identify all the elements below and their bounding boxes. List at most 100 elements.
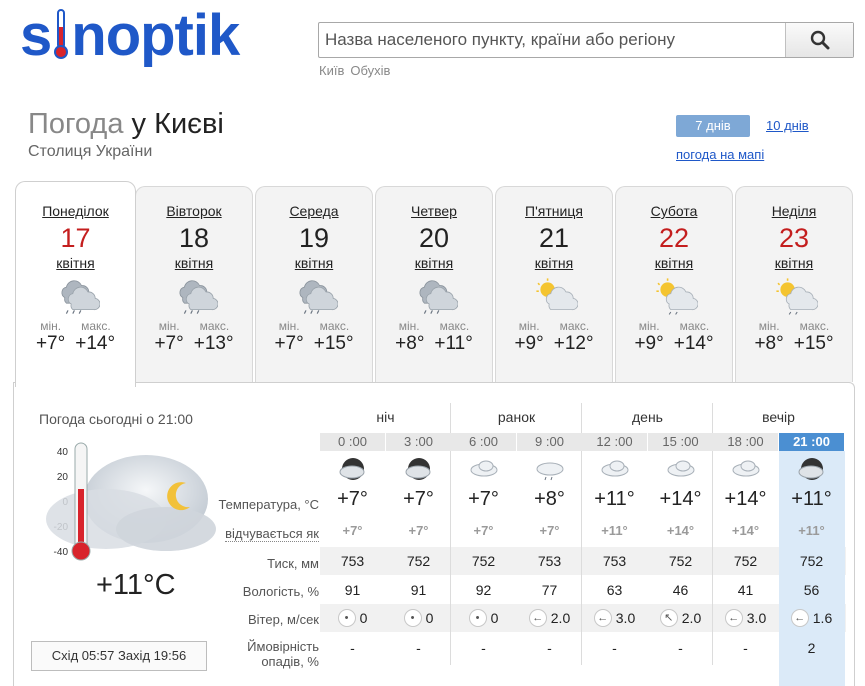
hour-pressure: 752 <box>668 553 693 569</box>
cloud-icon <box>713 455 778 485</box>
current-weather-illustration <box>46 442 216 561</box>
day-month[interactable]: квітня <box>616 255 732 271</box>
day-tab[interactable]: П'ятниця 21 квітня мін. макс. +9° +12° <box>495 186 613 382</box>
max-label: макс. <box>319 319 350 333</box>
day-month[interactable]: квітня <box>136 255 252 271</box>
hour-humidity: 46 <box>672 582 689 598</box>
tab-10-days[interactable]: 10 днів <box>766 118 809 133</box>
period-header: день <box>632 409 663 425</box>
day-tab[interactable]: Неділя 23 квітня мін. макс. +8° +15° <box>735 186 853 382</box>
max-temp: +15° <box>313 333 354 354</box>
moon-cloud-icon <box>386 455 451 485</box>
hour-precipitation: - <box>612 640 617 656</box>
hour-precipitation: - <box>481 640 486 656</box>
hour-temperature: +14° <box>724 488 767 510</box>
sun-cloud-icon <box>496 273 612 319</box>
hour-feels-like: +11° <box>798 523 825 538</box>
day-number: 20 <box>418 223 450 253</box>
max-temp: +13° <box>193 333 234 354</box>
max-label: макс. <box>559 319 590 333</box>
today-title: Погода сьогодні о 21:00 <box>39 411 193 427</box>
day-tab[interactable]: Середа 19 квітня мін. макс. +7° +15° <box>255 186 373 382</box>
recent-link[interactable]: Київ <box>319 63 344 78</box>
label-wind: Вітер, м/сек <box>247 612 319 627</box>
wind-direction-icon: ↖ <box>659 609 678 627</box>
day-name[interactable]: П'ятниця <box>496 203 612 219</box>
hour-pressure: 753 <box>602 553 627 569</box>
label-temperature: Температура, °C <box>218 497 319 512</box>
hour-wind: ← 1.6 <box>779 609 844 627</box>
min-temp: +8° <box>754 333 784 354</box>
hour-feels-like: +7° <box>539 523 560 538</box>
logo-text-left: s <box>20 3 52 68</box>
tab-7-days[interactable]: 7 днів <box>676 115 750 137</box>
day-number: 19 <box>298 223 330 253</box>
day-tab[interactable]: Субота 22 квітня мін. макс. +9° +14° <box>615 186 733 382</box>
day-tab[interactable]: Понеділок 17 квітня мін. макс. +7° +14° <box>15 181 136 387</box>
day-name[interactable]: Субота <box>616 203 732 219</box>
day-month[interactable]: квітня <box>376 255 492 271</box>
wind-direction-icon: ← <box>528 609 547 627</box>
hour-pressure: 753 <box>537 553 562 569</box>
day-name[interactable]: Четвер <box>376 203 492 219</box>
wind-speed: 3.0 <box>615 610 636 626</box>
hour-temperature: +7° <box>337 488 368 510</box>
hour-feels-like: +11° <box>601 523 628 538</box>
label-feels-like[interactable]: відчувається як <box>225 526 319 542</box>
search-button[interactable] <box>785 23 853 57</box>
hour-temperature: +7° <box>403 488 434 510</box>
cloud-rain-icon <box>256 273 372 319</box>
hour-label: 18 :00 <box>713 433 778 451</box>
day-tab[interactable]: Четвер 20 квітня мін. макс. +8° +11° <box>375 186 493 382</box>
day-name[interactable]: Неділя <box>736 203 852 219</box>
day-month[interactable]: квітня <box>736 255 852 271</box>
today-panel: Погода сьогодні о 21:00 40 20 0 -20 -40 … <box>13 382 855 686</box>
recent-link[interactable]: Обухів <box>350 63 390 78</box>
day-name[interactable]: Вівторок <box>136 203 252 219</box>
search-input[interactable] <box>319 23 785 57</box>
max-label: макс. <box>799 319 830 333</box>
min-temp: +8° <box>395 333 425 354</box>
period-header: вечір <box>762 409 795 425</box>
day-tab[interactable]: Вівторок 18 квітня мін. макс. +7° +13° <box>135 186 253 382</box>
hour-label: 21 :00 <box>779 433 844 451</box>
hour-pressure: 752 <box>733 553 758 569</box>
wind-speed: 0 <box>425 610 434 626</box>
wind-speed: 3.0 <box>746 610 767 626</box>
max-label: макс. <box>199 319 230 333</box>
period-header: ніч <box>376 409 395 425</box>
hour-label: 9 :00 <box>517 433 582 451</box>
hour-humidity: 92 <box>475 582 492 598</box>
hourly-forecast-table: ніч ранок день вечір 0 :00 +7° +7° 753 91 • 0-3 :0… <box>320 383 846 686</box>
wind-speed: 1.6 <box>812 610 833 626</box>
sinoptik-logo[interactable]: s noptik <box>20 2 240 69</box>
hour-label: 3 :00 <box>386 433 451 451</box>
day-month[interactable]: квітня <box>496 255 612 271</box>
min-temp: +9° <box>634 333 664 354</box>
cloud-rain-icon <box>16 273 135 319</box>
sun-cloud-rain-icon <box>616 273 732 319</box>
day-month[interactable]: квітня <box>16 255 135 271</box>
day-number: 17 <box>60 223 91 253</box>
hour-temperature: +14° <box>659 488 702 510</box>
min-label: мін. <box>758 319 780 333</box>
wind-direction-icon: ← <box>790 609 809 627</box>
hour-pressure: 752 <box>406 553 431 569</box>
wind-speed: 0 <box>359 610 368 626</box>
hour-temperature: +7° <box>468 488 499 510</box>
day-name[interactable]: Понеділок <box>16 203 135 219</box>
label-pressure: Тиск, мм <box>267 556 319 571</box>
period-header: ранок <box>497 409 536 425</box>
wind-speed: 2.0 <box>550 610 571 626</box>
hour-humidity: 41 <box>737 582 754 598</box>
hour-pressure: 752 <box>799 553 824 569</box>
title-city: Києві <box>154 108 224 140</box>
sun-cloud-rain-icon <box>736 273 852 319</box>
hour-pressure: 752 <box>471 553 496 569</box>
day-name[interactable]: Середа <box>256 203 372 219</box>
hour-wind: ← 2.0 <box>517 609 582 627</box>
max-temp: +14° <box>673 333 714 354</box>
label-humidity: Вологість, % <box>242 584 319 599</box>
weather-map-link[interactable]: погода на мапі <box>676 147 764 162</box>
day-month[interactable]: квітня <box>256 255 372 271</box>
